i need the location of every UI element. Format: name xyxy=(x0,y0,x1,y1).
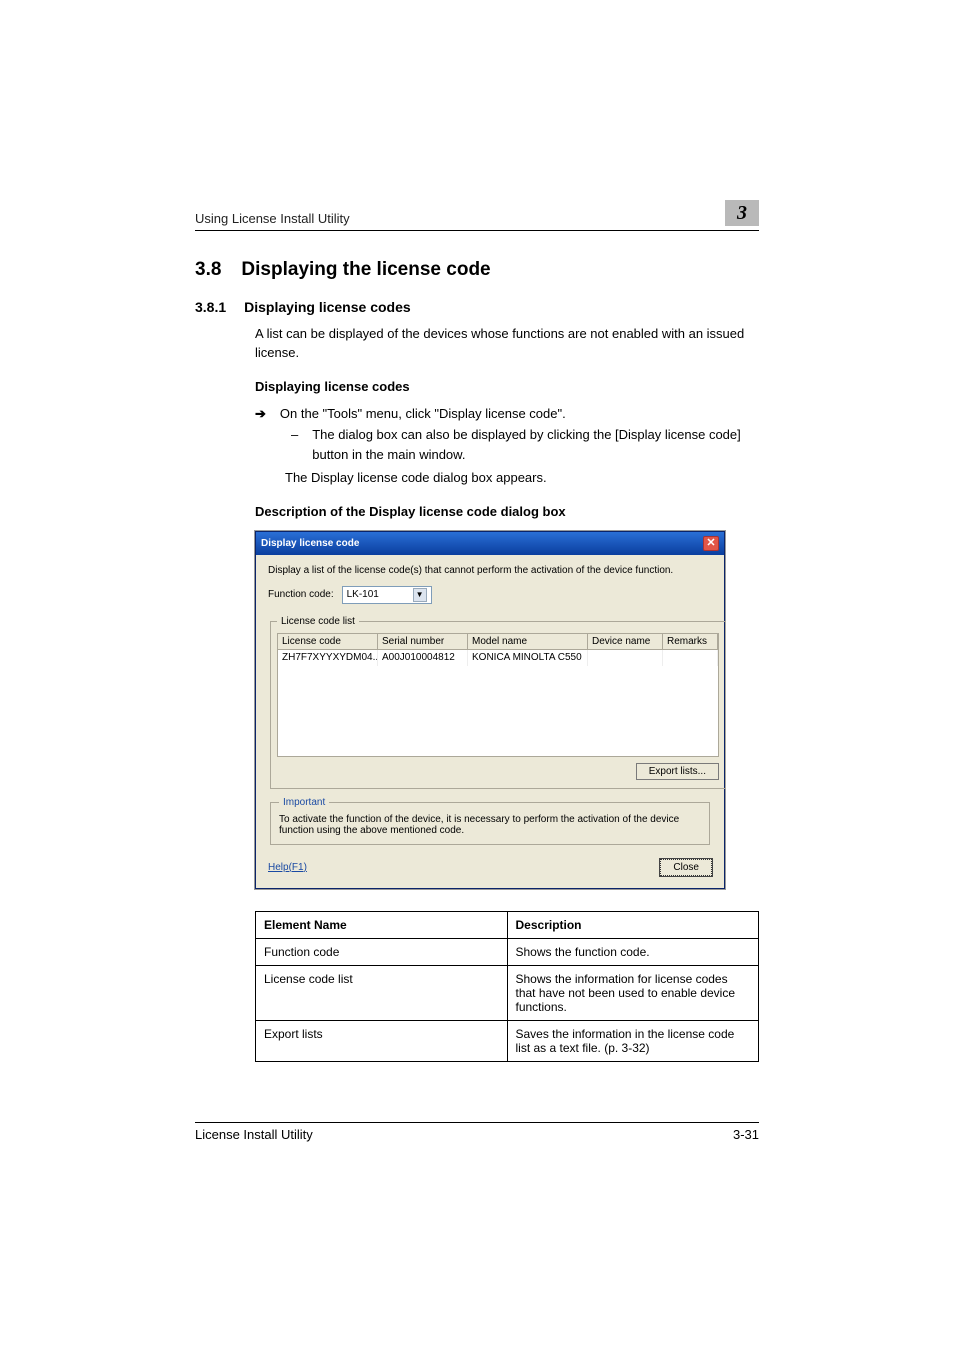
close-icon[interactable]: ✕ xyxy=(703,536,719,551)
close-button[interactable]: Close xyxy=(660,859,712,876)
function-code-value: LK-101 xyxy=(347,589,379,600)
col-serial-number[interactable]: Serial number xyxy=(378,634,468,650)
grid-header-row: License code Serial number Model name De… xyxy=(278,634,718,650)
col-remarks[interactable]: Remarks xyxy=(663,634,718,650)
subsection-heading: 3.8.1 Displaying license codes xyxy=(195,299,759,315)
cell-model: KONICA MINOLTA C550 xyxy=(468,650,588,666)
license-code-list-group: License code list License code Serial nu… xyxy=(270,616,726,789)
cell-device xyxy=(588,650,663,666)
procedure-heading: Displaying license codes xyxy=(255,379,759,394)
export-lists-button[interactable]: Export lists... xyxy=(636,763,719,780)
element-description-table: Element Name Description Function code S… xyxy=(255,911,759,1062)
table-row[interactable]: ZH7F7XYYXYDM04... A00J010004812 KONICA M… xyxy=(278,650,718,666)
table-header-description: Description xyxy=(507,911,759,938)
chevron-down-icon[interactable]: ▼ xyxy=(413,588,427,602)
intro-paragraph: A list can be displayed of the devices w… xyxy=(255,325,759,363)
section-title: Displaying the license code xyxy=(241,259,490,281)
dialog-description: Display a list of the license code(s) th… xyxy=(268,565,712,576)
license-code-grid[interactable]: License code Serial number Model name De… xyxy=(277,633,719,757)
cell-remarks xyxy=(663,650,718,666)
col-model-name[interactable]: Model name xyxy=(468,634,588,650)
cell-license-code: ZH7F7XYYXYDM04... xyxy=(278,650,378,666)
section-number: 3.8 xyxy=(195,259,221,281)
cell-desc: Shows the function code. xyxy=(507,938,759,965)
procedure-step: On the "Tools" menu, click "Display lice… xyxy=(280,404,566,424)
dialog-title-text: Display license code xyxy=(261,538,359,549)
table-header-element-name: Element Name xyxy=(256,911,508,938)
cell-name: Export lists xyxy=(256,1020,508,1061)
license-code-list-legend: License code list xyxy=(277,616,359,627)
dash-icon: – xyxy=(291,425,298,464)
section-heading: 3.8 Displaying the license code xyxy=(195,259,759,281)
important-note-group: Important To activate the function of th… xyxy=(270,797,710,845)
subsection-number: 3.8.1 xyxy=(195,299,226,315)
cell-desc: Saves the information in the license cod… xyxy=(507,1020,759,1061)
important-legend: Important xyxy=(279,797,329,808)
cell-serial: A00J010004812 xyxy=(378,650,468,666)
table-row: License code list Shows the information … xyxy=(256,965,759,1020)
important-text: To activate the function of the device, … xyxy=(279,814,701,836)
col-license-code[interactable]: License code xyxy=(278,634,378,650)
page-footer: License Install Utility 3-31 xyxy=(195,1122,759,1142)
cell-name: Function code xyxy=(256,938,508,965)
dialog-titlebar: Display license code ✕ xyxy=(256,532,724,555)
running-header: Using License Install Utility 3 xyxy=(195,200,759,231)
function-code-label: Function code: xyxy=(268,589,334,600)
function-code-select[interactable]: LK-101 ▼ xyxy=(342,586,432,604)
footer-page-number: 3-31 xyxy=(733,1127,759,1142)
display-license-code-dialog: Display license code ✕ Display a list of… xyxy=(255,531,725,889)
procedure-result: The Display license code dialog box appe… xyxy=(285,468,759,488)
table-row: Function code Shows the function code. xyxy=(256,938,759,965)
procedure-substep: The dialog box can also be displayed by … xyxy=(312,425,759,464)
help-link[interactable]: Help(F1) xyxy=(268,862,307,873)
grid-empty-space xyxy=(278,666,718,756)
table-row: Export lists Saves the information in th… xyxy=(256,1020,759,1061)
arrow-icon: ➔ xyxy=(255,404,266,424)
col-device-name[interactable]: Device name xyxy=(588,634,663,650)
cell-desc: Shows the information for license codes … xyxy=(507,965,759,1020)
running-title: Using License Install Utility xyxy=(195,211,350,226)
dialog-description-heading: Description of the Display license code … xyxy=(255,504,759,519)
chapter-number-badge: 3 xyxy=(725,200,759,226)
subsection-title: Displaying license codes xyxy=(244,299,411,315)
cell-name: License code list xyxy=(256,965,508,1020)
footer-doc-title: License Install Utility xyxy=(195,1127,313,1142)
